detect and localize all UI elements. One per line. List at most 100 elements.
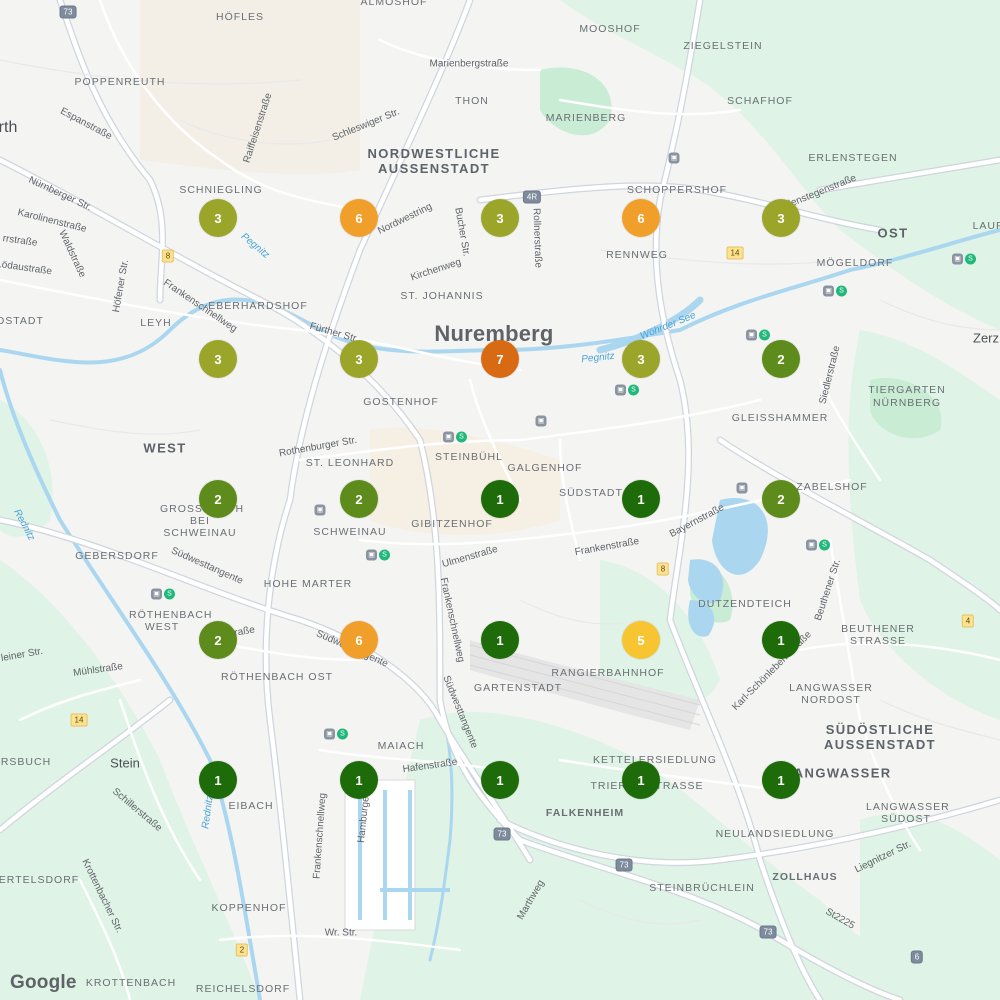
route-shield: 73 xyxy=(615,858,633,872)
place-label: LAUF xyxy=(972,220,1000,232)
train-station-icon: ▣ xyxy=(668,152,680,164)
place-label: RÖTHENBACH OST xyxy=(220,671,334,683)
place-label: MOOSHOF xyxy=(579,23,641,35)
train-station-icon: ▣ S xyxy=(823,285,847,297)
train-station-icon: ▣ S xyxy=(324,728,348,740)
place-label: ALMOSHOF xyxy=(360,0,428,8)
place-label: THON xyxy=(455,95,489,107)
train-station-icon: ▣ xyxy=(535,415,547,427)
place-label: GIBITZENHOF xyxy=(411,518,493,530)
cluster-marker[interactable]: 6 xyxy=(622,199,660,237)
place-label: GARTENSTADT xyxy=(473,682,563,694)
street-label: Rollnerstraße xyxy=(530,207,544,269)
train-station-icon: ▣ S xyxy=(806,539,830,551)
route-shield: 73 xyxy=(59,5,77,19)
cluster-marker[interactable]: 3 xyxy=(199,199,237,237)
route-shield: 73 xyxy=(759,925,777,939)
cluster-marker[interactable]: 7 xyxy=(481,340,519,378)
cluster-marker[interactable]: 1 xyxy=(622,761,660,799)
place-label: RÖTHENBACH WEST xyxy=(129,609,213,633)
place-label: HÖFLES xyxy=(215,11,265,23)
place-label: HOHE MARTER xyxy=(263,578,353,590)
cluster-marker[interactable]: 3 xyxy=(622,340,660,378)
place-label: NEULANDSIEDLUNG xyxy=(715,828,835,840)
street-label: Wr. Str. xyxy=(324,927,358,939)
place-label: EIBACH xyxy=(228,800,274,812)
cluster-marker[interactable]: 1 xyxy=(199,761,237,799)
place-label: ERSBUCH xyxy=(0,756,52,768)
street-label: Marienbergstraße xyxy=(429,58,509,70)
place-label: REICHELSDORF xyxy=(195,983,291,995)
cluster-marker[interactable]: 1 xyxy=(340,761,378,799)
district-label-ost: OST xyxy=(877,225,909,241)
place-label: RENNWEG xyxy=(606,249,668,261)
route-shield: 8 xyxy=(161,249,175,263)
district-label-langwasser: LANGWASSER xyxy=(784,765,892,781)
place-label: ZIEGELSTEIN xyxy=(683,40,763,52)
cluster-marker[interactable]: 3 xyxy=(340,340,378,378)
cluster-marker[interactable]: 2 xyxy=(199,480,237,518)
train-station-icon: ▣ S xyxy=(615,384,639,396)
place-label: GEBERSDORF xyxy=(75,550,159,562)
place-label: BEUTHENER STRASSE xyxy=(841,623,915,647)
place-label: STEINBÜHL xyxy=(435,451,503,463)
google-logo[interactable]: Google xyxy=(10,972,77,994)
route-shield: 2 xyxy=(235,943,249,957)
place-label: SÜDSTADT xyxy=(559,487,623,499)
place-label: GOSTENHOF xyxy=(363,396,439,408)
cluster-marker[interactable]: 2 xyxy=(340,480,378,518)
district-label-suedoestliche: SÜDÖSTLICHE AUSSENSTADT xyxy=(824,722,936,752)
route-shield: 8 xyxy=(656,562,670,576)
route-shield: 14 xyxy=(726,246,744,260)
cluster-marker[interactable]: 2 xyxy=(199,621,237,659)
place-label: STEINBRÜCHLEIN xyxy=(649,882,755,894)
cluster-marker[interactable]: 3 xyxy=(199,340,237,378)
place-label: SCHOPPERSHOF xyxy=(626,184,728,196)
cluster-marker[interactable]: 5 xyxy=(622,621,660,659)
district-label-stadt-fragment: OSTADT xyxy=(0,315,44,327)
cluster-marker[interactable]: 1 xyxy=(481,761,519,799)
train-station-icon: ▣ S xyxy=(151,588,175,600)
place-label: MARIENBERG xyxy=(545,112,627,124)
train-station-icon: ▣ xyxy=(736,482,748,494)
place-label: KOPPENHOF xyxy=(211,902,287,914)
place-label: SCHWEINAU xyxy=(313,526,387,538)
place-label: ERLENSTEGEN xyxy=(808,152,898,164)
place-label: DUTZENDTEICH xyxy=(698,598,792,610)
train-station-icon: ▣ xyxy=(314,504,326,516)
place-label: ZABELSHOF xyxy=(796,481,868,493)
cluster-marker[interactable]: 1 xyxy=(762,621,800,659)
cluster-marker[interactable]: 1 xyxy=(481,621,519,659)
cluster-marker[interactable]: 1 xyxy=(762,761,800,799)
place-label: LANGWASSER SÜDOST xyxy=(866,801,950,825)
place-label: ST. LEONHARD xyxy=(305,457,395,469)
cluster-marker[interactable]: 2 xyxy=(762,480,800,518)
place-label: SCHNIEGLING xyxy=(179,184,263,196)
cluster-marker[interactable]: 2 xyxy=(762,340,800,378)
place-label: RANGIERBAHNHOF xyxy=(551,667,665,679)
map-canvas[interactable]: NORDWESTLICHE AUSSENSTADT SÜDÖSTLICHE AU… xyxy=(0,0,1000,1000)
place-label: KROTTENBACH xyxy=(85,977,177,989)
place-label: KETTELERSIEDLUNG xyxy=(593,754,717,766)
place-label: POPPENREUTH xyxy=(74,76,166,88)
place-label: BERTELSDORF xyxy=(0,874,80,886)
route-shield: 4R xyxy=(522,190,542,204)
cluster-marker[interactable]: 3 xyxy=(481,199,519,237)
place-label: MÖGELDORF xyxy=(816,257,894,269)
cluster-marker[interactable]: 6 xyxy=(340,621,378,659)
train-station-icon: ▣ S xyxy=(952,253,976,265)
cluster-marker[interactable]: 1 xyxy=(622,480,660,518)
cluster-marker[interactable]: 3 xyxy=(762,199,800,237)
place-label: EBERHARDSHOF xyxy=(208,300,308,312)
train-station-icon: ▣ S xyxy=(746,329,770,341)
cluster-marker[interactable]: 6 xyxy=(340,199,378,237)
place-label: ST. JOHANNIS xyxy=(400,290,484,302)
train-station-icon: ▣ S xyxy=(443,431,467,443)
town-label-fuerth-fragment: rth xyxy=(0,119,18,136)
place-label: MAIACH xyxy=(377,740,425,752)
place-label: LANGWASSER NORDOST xyxy=(789,682,873,706)
cluster-marker[interactable]: 1 xyxy=(481,480,519,518)
route-shield: 4 xyxy=(961,614,975,628)
place-label: TIERGARTEN NÜRNBERG xyxy=(868,384,946,409)
town-label-stein: Stein xyxy=(110,755,140,771)
